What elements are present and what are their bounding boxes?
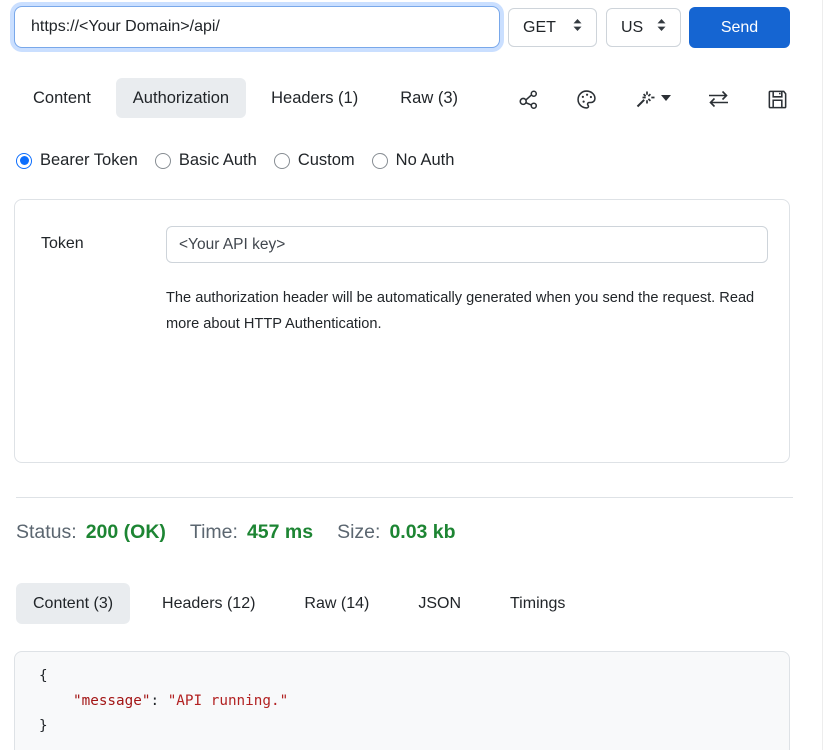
updown-caret-icon — [655, 18, 668, 37]
size-value: 0.03 kb — [389, 521, 455, 544]
json-message-line: "message": "API running." — [39, 689, 789, 714]
radio-icon — [372, 153, 388, 169]
tab-content[interactable]: Content — [16, 78, 108, 118]
dropdown-caret-icon — [661, 95, 671, 103]
radio-label: Bearer Token — [40, 151, 138, 170]
json-close-brace: } — [39, 714, 789, 739]
radio-selected-icon — [16, 153, 32, 169]
token-label: Token — [41, 235, 84, 253]
status-label: Status: — [16, 521, 77, 544]
radio-label: Custom — [298, 151, 355, 170]
time-label: Time: — [190, 521, 238, 544]
tab-headers[interactable]: Headers (1) — [254, 78, 375, 118]
json-separator: : — [150, 693, 167, 709]
tab-response-headers[interactable]: Headers (12) — [145, 583, 272, 624]
share-icon[interactable] — [517, 88, 540, 111]
time-value: 457 ms — [247, 521, 313, 544]
updown-caret-icon — [571, 18, 584, 37]
method-select-value: GET — [523, 19, 556, 37]
json-open-brace: { — [39, 664, 789, 689]
tab-authorization[interactable]: Authorization — [116, 78, 246, 118]
section-divider — [16, 497, 793, 498]
radio-label: Basic Auth — [179, 151, 257, 170]
radio-icon — [274, 153, 290, 169]
tab-response-raw[interactable]: Raw (14) — [287, 583, 386, 624]
token-input[interactable] — [166, 226, 768, 263]
tab-response-json[interactable]: JSON — [401, 583, 478, 624]
auth-type-options: Bearer Token Basic Auth Custom No Auth — [16, 151, 454, 170]
radio-custom[interactable]: Custom — [274, 151, 355, 170]
page-scroll-track[interactable] — [822, 0, 823, 750]
request-toolbar — [517, 81, 789, 117]
json-value: "API running." — [168, 693, 289, 709]
tab-response-timings[interactable]: Timings — [493, 583, 582, 624]
url-input[interactable] — [14, 6, 500, 48]
response-status-bar: Status: 200 (OK) Time: 457 ms Size: 0.03… — [16, 521, 456, 544]
api-tester-page: GET US Send Content Authorization Header… — [0, 0, 837, 750]
radio-basic-auth[interactable]: Basic Auth — [155, 151, 257, 170]
response-tabs: Content (3) Headers (12) Raw (14) JSON T… — [16, 583, 582, 624]
json-key: "message" — [73, 693, 150, 709]
radio-no-auth[interactable]: No Auth — [372, 151, 455, 170]
token-helper-text: The authorization header will be automat… — [166, 286, 758, 337]
response-body-viewer[interactable]: { "message": "API running." } — [14, 651, 790, 750]
size-label: Size: — [337, 521, 380, 544]
method-select[interactable]: GET — [508, 8, 597, 47]
radio-label: No Auth — [396, 151, 455, 170]
radio-bearer-token[interactable]: Bearer Token — [16, 151, 138, 170]
status-value: 200 (OK) — [86, 521, 166, 544]
magic-wand-icon[interactable] — [633, 87, 671, 111]
region-select-value: US — [621, 19, 643, 37]
tab-raw[interactable]: Raw (3) — [383, 78, 475, 118]
region-select[interactable]: US — [606, 8, 681, 47]
request-tabs: Content Authorization Headers (1) Raw (3… — [16, 78, 475, 118]
tab-response-content[interactable]: Content (3) — [16, 583, 130, 624]
radio-icon — [155, 153, 171, 169]
bearer-token-panel: Token The authorization header will be a… — [14, 199, 790, 463]
palette-icon[interactable] — [575, 88, 598, 111]
send-button[interactable]: Send — [689, 7, 790, 48]
swap-arrows-icon[interactable] — [706, 88, 731, 110]
save-icon[interactable] — [766, 88, 789, 111]
